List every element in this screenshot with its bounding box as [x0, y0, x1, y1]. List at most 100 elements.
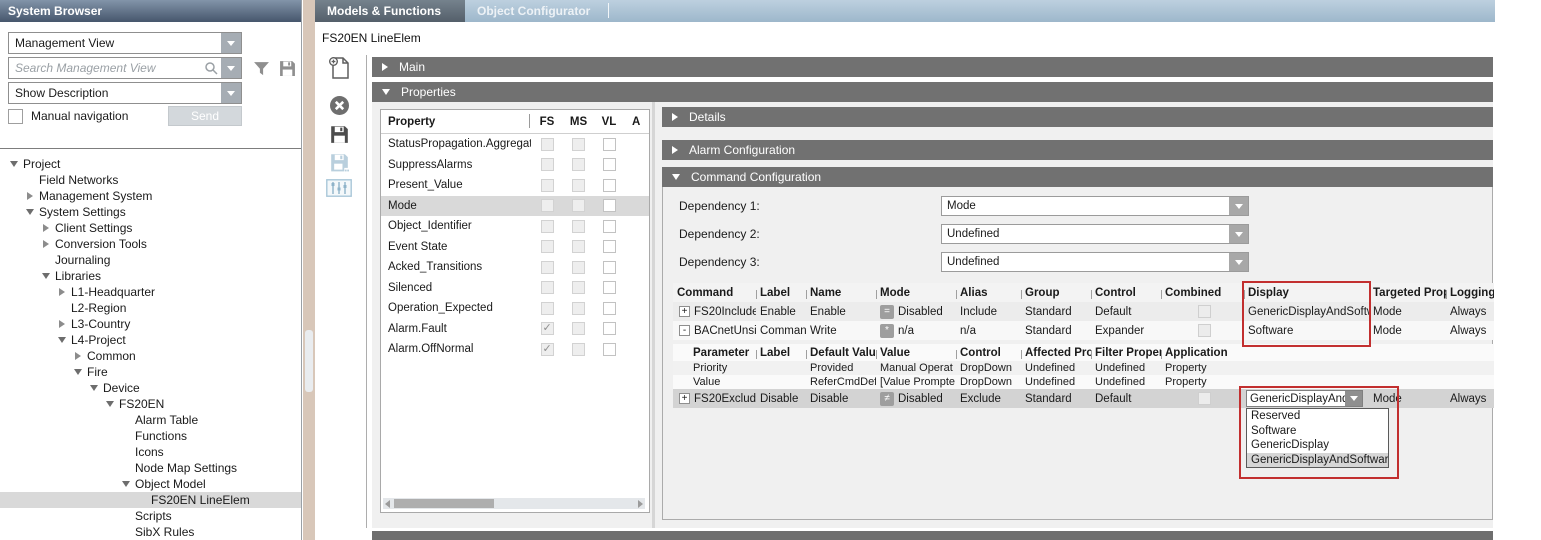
command-row[interactable]: -BACnetUnsig Command Write *n/a n/a Stan… — [673, 321, 1494, 340]
ms-checkbox[interactable] — [572, 220, 585, 233]
section-header-command-configuration[interactable]: Command Configuration — [662, 167, 1493, 187]
collapse-icon[interactable]: - — [679, 325, 690, 336]
tree-item[interactable]: Device — [0, 380, 301, 396]
panel-splitter[interactable] — [303, 0, 315, 540]
dropdown-option[interactable]: GenericDisplay — [1247, 438, 1388, 453]
chevron-down-icon[interactable] — [1229, 253, 1248, 271]
expander-icon[interactable] — [72, 369, 84, 375]
inner-splitter[interactable] — [652, 102, 655, 528]
ms-checkbox[interactable] — [572, 322, 585, 335]
dependency-2-select[interactable]: Undefined — [941, 224, 1249, 244]
chevron-down-icon[interactable] — [221, 83, 241, 103]
dropdown-option[interactable]: Software — [1247, 424, 1388, 439]
section-header-details[interactable]: Details — [662, 107, 1493, 127]
save-search-icon[interactable] — [279, 60, 296, 77]
splitter-handle[interactable] — [305, 330, 313, 392]
scroll-left-icon[interactable] — [385, 500, 390, 508]
display-combobox[interactable]: GenericDisplayAndSoftware — [1246, 390, 1363, 407]
property-row[interactable]: Alarm.Fault — [381, 319, 649, 340]
section-header-main[interactable]: Main — [372, 57, 1493, 77]
property-row[interactable]: Acked_Transitions — [381, 257, 649, 278]
tab-object-configurator[interactable]: Object Configurator — [465, 0, 608, 22]
fs-checkbox[interactable] — [541, 302, 554, 315]
fs-checkbox[interactable] — [541, 199, 554, 212]
expander-icon[interactable] — [24, 192, 36, 200]
tree-item[interactable]: Journaling — [0, 252, 301, 268]
ms-checkbox[interactable] — [572, 261, 585, 274]
cancel-button[interactable] — [325, 92, 353, 118]
expander-icon[interactable] — [56, 288, 68, 296]
tree-item[interactable]: Node Map Settings — [0, 460, 301, 476]
fs-checkbox[interactable] — [541, 179, 554, 192]
tree-item[interactable]: Functions — [0, 428, 301, 444]
expand-icon[interactable]: + — [679, 306, 690, 317]
property-row[interactable]: StatusPropagation.Aggregat — [381, 134, 649, 155]
expander-icon[interactable] — [120, 481, 132, 487]
vl-checkbox[interactable] — [603, 302, 616, 315]
combined-checkbox[interactable] — [1198, 305, 1211, 318]
tree-item[interactable]: Common — [0, 348, 301, 364]
vl-checkbox[interactable] — [603, 138, 616, 151]
fs-checkbox[interactable] — [541, 240, 554, 253]
tree-item[interactable]: Alarm Table — [0, 412, 301, 428]
dropdown-option[interactable]: Reserved — [1247, 409, 1388, 424]
tree-item[interactable]: Object Model — [0, 476, 301, 492]
expander-icon[interactable] — [72, 352, 84, 360]
tree-item[interactable]: Client Settings — [0, 220, 301, 236]
property-row[interactable]: Alarm.OffNormal — [381, 339, 649, 360]
fs-checkbox[interactable] — [541, 322, 554, 335]
combined-checkbox[interactable] — [1198, 392, 1211, 405]
ms-checkbox[interactable] — [572, 179, 585, 192]
section-header-alarm-configuration[interactable]: Alarm Configuration — [662, 140, 1493, 160]
chevron-down-icon[interactable] — [1229, 197, 1248, 215]
tree-item[interactable]: L4-Project — [0, 332, 301, 348]
expander-icon[interactable] — [8, 161, 20, 167]
expander-icon[interactable] — [40, 240, 52, 248]
chevron-down-icon[interactable] — [1229, 225, 1248, 243]
send-button[interactable]: Send — [168, 106, 242, 126]
expander-icon[interactable] — [104, 401, 116, 407]
tree-item[interactable]: Project — [0, 156, 301, 172]
tree-item[interactable]: System Settings — [0, 204, 301, 220]
parameter-row[interactable]: Priority Provided Manual Operat DropDown… — [673, 361, 1494, 375]
vl-checkbox[interactable] — [603, 261, 616, 274]
fs-checkbox[interactable] — [541, 281, 554, 294]
expander-icon[interactable] — [56, 320, 68, 328]
expand-icon[interactable]: + — [679, 393, 690, 404]
description-selector[interactable]: Show Description — [8, 82, 242, 104]
tab-models-functions[interactable]: Models & Functions — [315, 0, 465, 22]
vl-checkbox[interactable] — [603, 322, 616, 335]
tree-item[interactable]: FS20EN — [0, 396, 301, 412]
tree-item[interactable]: Field Networks — [0, 172, 301, 188]
tree-item[interactable]: Fire — [0, 364, 301, 380]
ms-checkbox[interactable] — [572, 199, 585, 212]
property-row[interactable]: Event State — [381, 237, 649, 258]
vl-checkbox[interactable] — [603, 158, 616, 171]
chevron-down-icon[interactable] — [221, 33, 241, 53]
filter-icon[interactable] — [253, 60, 270, 77]
ms-checkbox[interactable] — [572, 302, 585, 315]
tree-item[interactable]: Icons — [0, 444, 301, 460]
tree-item[interactable]: Libraries — [0, 268, 301, 284]
property-row[interactable]: Object_Identifier — [381, 216, 649, 237]
tree-item[interactable]: Scripts — [0, 508, 301, 524]
vl-checkbox[interactable] — [603, 240, 616, 253]
section-header-properties[interactable]: Properties — [372, 82, 1493, 102]
property-row[interactable]: Present_Value — [381, 175, 649, 196]
tree-item[interactable]: L1-Headquarter — [0, 284, 301, 300]
fs-checkbox[interactable] — [541, 261, 554, 274]
fs-checkbox[interactable] — [541, 220, 554, 233]
view-selector[interactable]: Management View — [8, 32, 242, 54]
property-row[interactable]: Operation_Expected — [381, 298, 649, 319]
fs-checkbox[interactable] — [541, 138, 554, 151]
tree-item[interactable]: Conversion Tools — [0, 236, 301, 252]
scrollbar-thumb[interactable] — [394, 499, 494, 508]
tree-item[interactable]: L2-Region — [0, 300, 301, 316]
expander-icon[interactable] — [88, 385, 100, 391]
column-settings-button[interactable] — [325, 175, 353, 201]
combined-checkbox[interactable] — [1198, 324, 1211, 337]
horizontal-scrollbar[interactable] — [383, 498, 645, 509]
save-button[interactable] — [325, 121, 353, 147]
search-input[interactable] — [9, 60, 204, 76]
ms-checkbox[interactable] — [572, 343, 585, 356]
